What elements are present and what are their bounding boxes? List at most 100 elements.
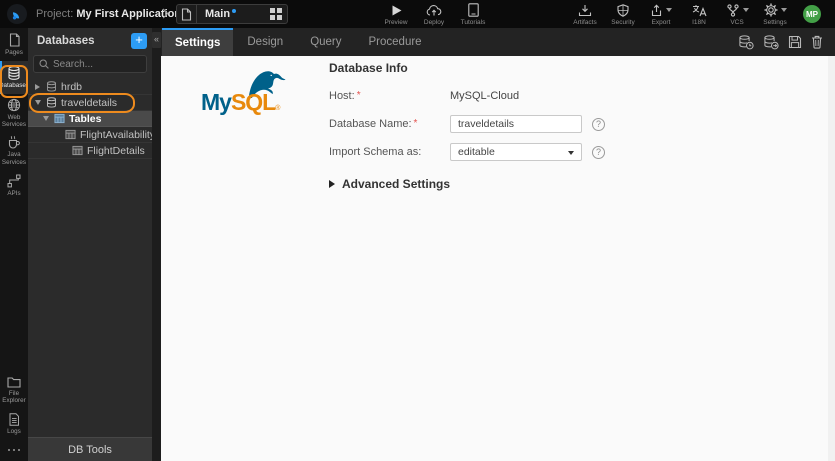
- databases-icon: [7, 66, 21, 81]
- user-avatar[interactable]: MP: [803, 5, 821, 23]
- tree-item-hrdb[interactable]: hrdb: [28, 79, 152, 95]
- sidebar-item-logs[interactable]: Logs: [0, 408, 28, 441]
- preview-button[interactable]: Preview: [378, 3, 414, 26]
- database-name-label: Database Name: *: [329, 118, 418, 130]
- expand-arrow-icon: [329, 180, 335, 188]
- sidebar-item-web-services[interactable]: Web Services: [0, 94, 28, 131]
- db-tools-button[interactable]: DB Tools: [28, 437, 152, 461]
- database-tree: hrdb traveldetails Tables FlightAvailabi…: [28, 79, 155, 437]
- tutorials-button[interactable]: Tutorials: [455, 3, 491, 26]
- host-label: Host: *: [329, 90, 361, 102]
- tree-item-flightavailability[interactable]: FlightAvailability: [28, 127, 155, 143]
- expand-arrow-icon[interactable]: [35, 84, 42, 90]
- deploy-button[interactable]: Deploy: [416, 3, 452, 26]
- add-database-button[interactable]: +: [131, 32, 147, 49]
- more-options-button[interactable]: [0, 441, 28, 461]
- section-heading: Database Info: [329, 61, 408, 75]
- tab-procedure[interactable]: Procedure: [356, 28, 435, 56]
- i18n-button[interactable]: I18N: [681, 3, 717, 26]
- artifacts-icon: [578, 3, 592, 17]
- save-icon[interactable]: [788, 35, 802, 49]
- host-value: MySQL-Cloud: [450, 90, 520, 102]
- rail-spacer: [0, 202, 28, 372]
- unsaved-dot: [232, 9, 237, 13]
- topbar-actions-left: Preview Deploy: [378, 3, 452, 26]
- top-bar: Project: My First Application Main Previ…: [0, 0, 835, 28]
- settings-content: MySQL® Database Info Host: * MySQL-Cloud …: [161, 56, 835, 461]
- preview-icon: [390, 3, 403, 17]
- security-button[interactable]: Security: [605, 3, 641, 26]
- tab-settings[interactable]: Settings: [162, 28, 234, 56]
- export-database-icon[interactable]: [763, 34, 779, 50]
- panel-collapse-strip: «: [152, 28, 161, 461]
- tab-query[interactable]: Query: [297, 28, 354, 56]
- settings-gear-icon: [764, 3, 787, 17]
- artifacts-button[interactable]: Artifacts: [567, 3, 603, 26]
- collapse-panel-button[interactable]: «: [152, 32, 161, 48]
- database-search[interactable]: [33, 55, 147, 73]
- sidebar-item-file-explorer[interactable]: File Explorer: [0, 372, 28, 407]
- tab-toolbar: [738, 28, 835, 56]
- current-page-name: Main: [205, 8, 231, 20]
- file-explorer-folder-icon: [7, 376, 21, 388]
- table-icon: [65, 129, 76, 140]
- vcs-button[interactable]: VCS: [719, 3, 755, 26]
- tree-item-flightdetails[interactable]: FlightDetails: [28, 143, 152, 159]
- host-row: Host: * MySQL-Cloud: [329, 87, 789, 105]
- page-file-icon: [177, 5, 197, 23]
- help-icon[interactable]: ?: [592, 145, 605, 159]
- page-grid-icon[interactable]: [270, 8, 282, 20]
- app-window: Project: My First Application Main Previ…: [0, 0, 835, 461]
- database-icon: [46, 97, 57, 108]
- tree-item-traveldetails[interactable]: traveldetails: [28, 95, 152, 111]
- page-selector[interactable]: Main: [176, 4, 288, 24]
- sidebar-item-apis[interactable]: APIs: [0, 169, 28, 202]
- database-icon: [46, 81, 57, 92]
- topbar-actions-mid: Tutorials: [455, 3, 491, 26]
- settings-button[interactable]: Settings: [757, 3, 793, 26]
- import-schema-row: Import Schema as: editable ?: [329, 143, 789, 161]
- wavemaker-logo-icon[interactable]: [7, 4, 27, 24]
- databases-panel: Databases + hrdb traveldetails: [28, 28, 155, 461]
- select-caret-icon: [568, 151, 574, 155]
- database-tabbar: Settings Design Query Procedure: [161, 28, 835, 56]
- database-name-input[interactable]: [450, 115, 582, 133]
- java-services-cup-icon: [7, 135, 21, 150]
- web-services-globe-icon: [7, 98, 21, 112]
- sidebar-item-java-services[interactable]: Java Services: [0, 131, 28, 168]
- main-scrollbar[interactable]: [828, 56, 835, 461]
- tab-design[interactable]: Design: [234, 28, 296, 56]
- export-button[interactable]: Export: [643, 3, 679, 26]
- export-icon: [650, 3, 672, 17]
- table-icon: [72, 145, 83, 156]
- search-input[interactable]: [53, 58, 143, 70]
- advanced-settings-toggle[interactable]: Advanced Settings: [329, 177, 789, 191]
- database-info-form: Database Info Host: * MySQL-Cloud Databas…: [329, 61, 789, 191]
- security-shield-icon: [617, 3, 629, 17]
- sidebar-item-databases[interactable]: Databases: [0, 61, 29, 94]
- search-icon: [39, 59, 49, 69]
- reimport-database-icon[interactable]: [738, 34, 754, 50]
- left-navigation-rail: Pages Databases Web Services Java Servic…: [0, 28, 29, 461]
- project-label: Project:: [36, 8, 74, 20]
- database-name-row: Database Name:* ?: [329, 115, 789, 133]
- topbar-actions-right: Artifacts Security Export I18N VCS Setti…: [567, 3, 793, 26]
- delete-icon[interactable]: [811, 35, 823, 49]
- apis-icon: [7, 174, 21, 188]
- help-icon[interactable]: ?: [592, 117, 605, 131]
- collapse-arrow-icon[interactable]: [43, 116, 50, 121]
- import-schema-select[interactable]: editable: [450, 143, 582, 161]
- logs-icon: [8, 413, 20, 427]
- import-schema-value: editable: [458, 146, 495, 158]
- import-schema-label: Import Schema as:: [329, 146, 422, 158]
- tables-group-icon: [54, 113, 65, 124]
- collapse-arrow-icon[interactable]: [35, 100, 42, 105]
- mysql-wordmark: MySQL®: [201, 89, 281, 115]
- required-marker: *: [356, 90, 361, 101]
- vcs-branch-icon: [726, 3, 749, 17]
- export-caret-icon: [666, 8, 672, 12]
- sidebar-item-pages[interactable]: Pages: [0, 28, 28, 61]
- i18n-translate-icon: [692, 3, 707, 17]
- mysql-logo: MySQL®: [201, 68, 301, 118]
- tree-item-tables[interactable]: Tables: [28, 111, 152, 127]
